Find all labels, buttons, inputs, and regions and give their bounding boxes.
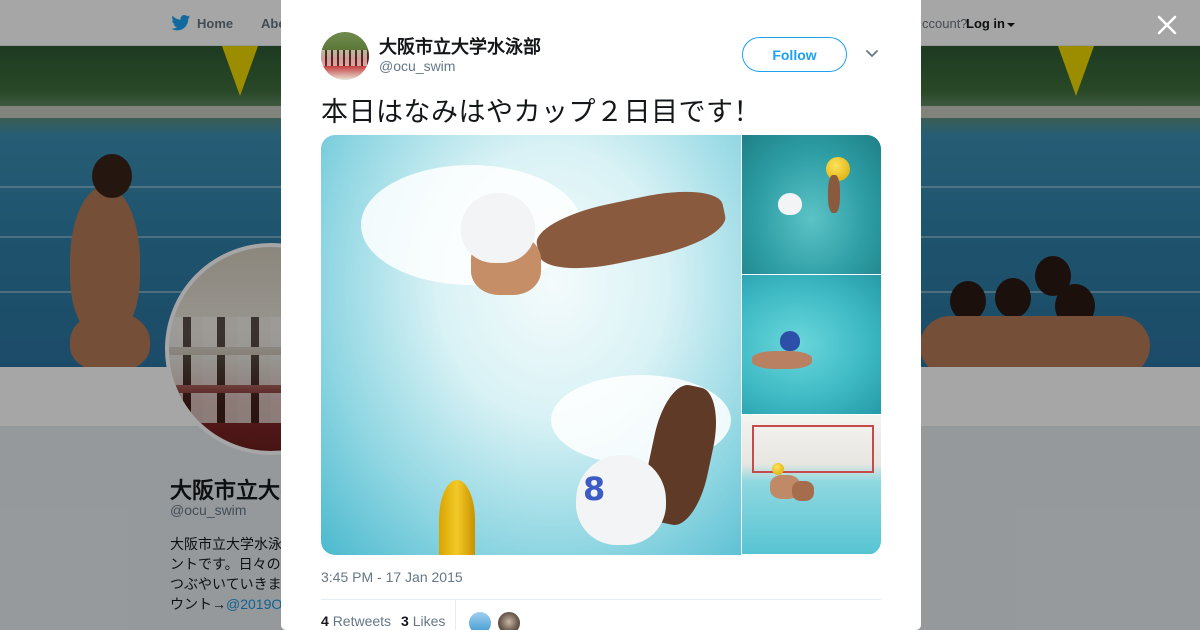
media-photo-3[interactable] <box>742 275 881 414</box>
retweets-stat[interactable]: 4 Retweets <box>321 613 391 629</box>
swimmer-arm <box>752 351 812 369</box>
chevron-down-icon[interactable] <box>865 49 879 59</box>
swim-cap <box>778 193 802 215</box>
water-polo-goal <box>752 425 874 473</box>
tweet-text: 本日はなみはやカップ２日目です！ <box>321 97 761 127</box>
tweet-author-avatar[interactable] <box>321 32 369 80</box>
liker-avatar[interactable] <box>468 611 492 630</box>
stats-divider <box>455 600 456 630</box>
retweets-count: 4 <box>321 613 329 629</box>
follow-button[interactable]: Follow <box>742 37 847 72</box>
avatar-photo-row <box>321 50 369 66</box>
likes-count: 3 <box>401 613 409 629</box>
tweet-author-handle[interactable]: @ocu_swim <box>379 58 455 74</box>
swim-cap <box>461 193 535 263</box>
tweet-media-grid: 8 <box>321 135 881 555</box>
media-photo-2[interactable] <box>742 135 881 274</box>
likes-label: Likes <box>412 613 446 629</box>
divider <box>321 599 881 600</box>
tweet-stats: 4 Retweets 3 Likes <box>321 613 445 629</box>
swim-cap <box>780 331 800 351</box>
water-polo-ball <box>772 463 784 475</box>
cap-number: 8 <box>583 470 606 508</box>
liker-avatar[interactable] <box>497 611 521 630</box>
tweet-modal: 大阪市立大学水泳部 @ocu_swim Follow 本日はなみはやカップ２日目… <box>281 0 921 630</box>
media-photo-main[interactable]: 8 <box>321 135 741 555</box>
likes-stat[interactable]: 3 Likes <box>401 613 445 629</box>
swimmer-figure <box>792 481 814 501</box>
swimmer-arm <box>828 175 840 213</box>
tweet-timestamp[interactable]: 3:45 PM - 17 Jan 2015 <box>321 569 463 585</box>
retweets-label: Retweets <box>332 613 392 629</box>
media-photo-4[interactable] <box>742 415 881 554</box>
close-icon[interactable] <box>1155 13 1179 37</box>
tweet-author-name[interactable]: 大阪市立大学水泳部 <box>379 33 541 59</box>
pool-buoy <box>439 480 475 555</box>
